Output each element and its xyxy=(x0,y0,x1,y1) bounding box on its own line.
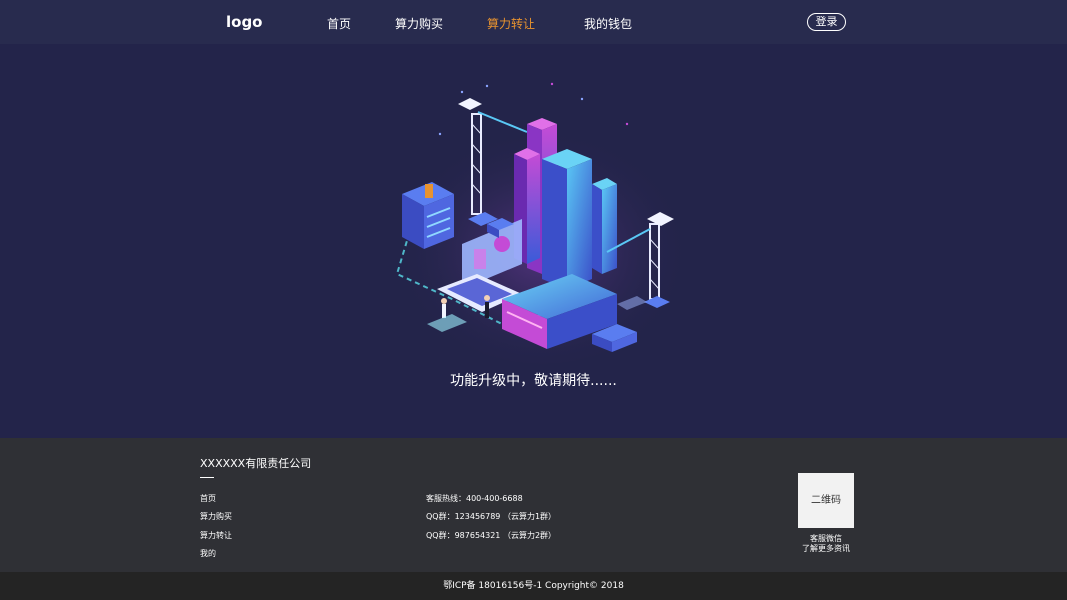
top-navigation-bar: logo 首页 算力购买 算力转让 我的钱包 登录 xyxy=(0,0,1067,44)
login-button[interactable]: 登录 xyxy=(807,13,846,31)
upgrade-status-message: 功能升级中，敬请期待...... xyxy=(450,373,617,389)
footer-link-home[interactable]: 首页 xyxy=(200,493,216,504)
logo[interactable]: logo xyxy=(226,13,263,31)
copyright-bar: 鄂ICP备 18016156号-1 Copyright© 2018 xyxy=(0,572,1067,600)
nav-home[interactable]: 首页 xyxy=(327,15,351,32)
company-underline xyxy=(200,477,214,478)
qr-caption-more-info: 了解更多资讯 xyxy=(802,544,850,553)
isometric-city-illustration xyxy=(392,82,692,364)
qq-group-1: QQ群：123456789 （云算力1群） xyxy=(426,512,557,521)
nav-transfer-hashrate[interactable]: 算力转让 xyxy=(487,15,535,32)
nav-my-wallet[interactable]: 我的钱包 xyxy=(584,15,632,32)
qq-group-2: QQ群：987654321 （云算力2群） xyxy=(426,531,557,540)
service-hotline: 客服热线：400-400-6688 xyxy=(426,494,523,503)
footer: XXXXXX有限责任公司 首页 算力购买 算力转让 我的 客服热线：400-40… xyxy=(0,438,1067,572)
main-content: 功能升级中，敬请期待...... xyxy=(0,44,1067,438)
footer-link-transfer-hashrate[interactable]: 算力转让 xyxy=(200,530,232,541)
qr-code-placeholder: 二维码 xyxy=(798,473,854,528)
nav-buy-hashrate[interactable]: 算力购买 xyxy=(395,15,443,32)
footer-link-buy-hashrate[interactable]: 算力购买 xyxy=(200,511,232,522)
footer-link-mine[interactable]: 我的 xyxy=(200,548,216,559)
company-name: XXXXXX有限责任公司 xyxy=(200,457,312,470)
